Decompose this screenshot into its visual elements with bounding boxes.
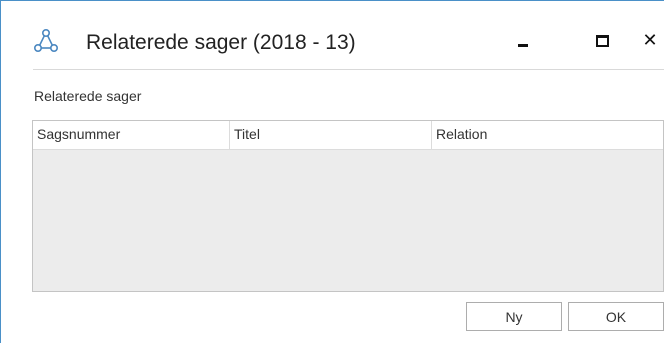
section-label: Relaterede sager bbox=[34, 88, 142, 104]
dialog-window: Relaterede sager (2018 - 13) ✕ Relatered… bbox=[0, 0, 664, 343]
maximize-button[interactable] bbox=[589, 29, 615, 53]
table-body-empty bbox=[33, 150, 663, 291]
title-divider bbox=[33, 69, 664, 70]
ok-button[interactable]: OK bbox=[568, 302, 664, 331]
close-button[interactable]: ✕ bbox=[637, 29, 663, 53]
dialog-title: Relaterede sager (2018 - 13) bbox=[86, 31, 356, 54]
column-header-relation[interactable]: Relation bbox=[432, 121, 663, 149]
relation-network-icon bbox=[33, 28, 59, 54]
column-header-sagsnummer[interactable]: Sagsnummer bbox=[33, 121, 230, 149]
minimize-button[interactable] bbox=[510, 29, 536, 53]
new-button[interactable]: Ny bbox=[466, 302, 562, 331]
column-header-titel[interactable]: Titel bbox=[230, 121, 432, 149]
title-bar: Relaterede sager (2018 - 13) ✕ bbox=[1, 1, 664, 69]
table-header: Sagsnummer Titel Relation bbox=[33, 121, 663, 150]
minimize-icon bbox=[518, 43, 528, 47]
maximize-icon bbox=[595, 35, 609, 47]
close-icon: ✕ bbox=[642, 30, 658, 51]
related-cases-table[interactable]: Sagsnummer Titel Relation bbox=[32, 120, 664, 292]
